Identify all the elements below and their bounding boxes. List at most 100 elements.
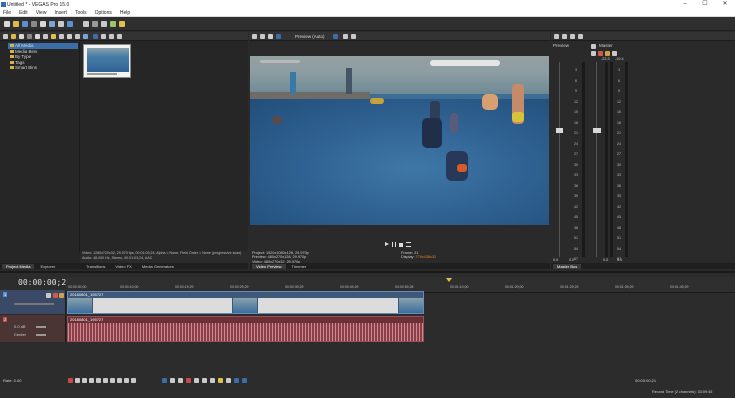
save-icon[interactable]	[22, 20, 28, 27]
mixer-insert-icon[interactable]	[570, 34, 575, 39]
wand-icon[interactable]	[119, 20, 125, 27]
properties-icon[interactable]	[31, 20, 37, 27]
media-thumbnail[interactable]	[83, 44, 131, 78]
audio-track-header[interactable]: 2 0.0 dB Center	[0, 315, 66, 342]
tab-master-bus[interactable]: Master Bus	[553, 263, 582, 269]
tab-explorer[interactable]: Explorer	[36, 264, 59, 269]
auto-ripple-icon[interactable]	[234, 378, 239, 383]
preview-device-icon[interactable]	[260, 34, 265, 39]
go-start-icon[interactable]	[110, 378, 115, 383]
delete-icon[interactable]	[186, 378, 191, 383]
get-media-icon[interactable]	[51, 34, 56, 39]
master-mute-icon[interactable]	[598, 51, 603, 56]
pause-icon[interactable]	[392, 242, 396, 247]
menu-options[interactable]: Options	[95, 10, 112, 16]
video-clip[interactable]: 20180801_195727	[67, 291, 424, 314]
lock-icon[interactable]	[218, 378, 223, 383]
menu-file[interactable]: File	[3, 10, 11, 16]
filter-icon[interactable]	[109, 34, 114, 39]
preview-fader[interactable]	[556, 128, 563, 133]
tag-icon[interactable]	[83, 34, 88, 39]
marker-icon[interactable]	[210, 378, 215, 383]
export-icon[interactable]	[67, 20, 73, 27]
prev-frame-icon[interactable]	[124, 378, 129, 383]
media-fx-icon[interactable]	[43, 34, 48, 39]
maximize-button[interactable]: ☐	[695, 0, 715, 9]
menu-tools[interactable]: Tools	[75, 10, 87, 16]
remove-media-icon[interactable]	[27, 34, 32, 39]
redo-icon[interactable]	[92, 20, 98, 27]
playhead-marker[interactable]	[446, 278, 452, 282]
folder-icon[interactable]	[11, 34, 16, 39]
sort-icon[interactable]	[101, 34, 106, 39]
capture-media-icon[interactable]	[19, 34, 24, 39]
video-track-mute-icon[interactable]	[53, 293, 58, 298]
tab-video-preview[interactable]: Video Preview	[252, 263, 286, 269]
play-icon[interactable]	[385, 242, 389, 246]
tab-transitions[interactable]: Transitions	[82, 264, 109, 269]
capture-icon[interactable]	[49, 20, 55, 27]
minimize-button[interactable]: –	[675, 0, 695, 9]
master-fader[interactable]	[593, 128, 601, 133]
video-fx-icon[interactable]	[268, 34, 273, 39]
render-icon[interactable]	[40, 20, 46, 27]
copy-snapshot-icon[interactable]	[343, 34, 348, 39]
video-track-fx-icon[interactable]	[46, 293, 51, 298]
record-icon[interactable]	[68, 378, 73, 383]
envelope-edit-icon[interactable]	[170, 378, 175, 383]
normal-edit-icon[interactable]	[162, 378, 167, 383]
media-gear-icon[interactable]	[59, 34, 64, 39]
next-frame-icon[interactable]	[131, 378, 136, 383]
selection-edit-icon[interactable]	[178, 378, 183, 383]
zoom-media-icon[interactable]	[117, 34, 122, 39]
preview-quality-dropdown[interactable]: Preview (Auto)	[295, 34, 325, 39]
fx-icon[interactable]	[67, 34, 72, 39]
video-track-solo-icon[interactable]	[59, 293, 64, 298]
import-icon[interactable]	[58, 20, 64, 27]
crossfade-icon[interactable]	[242, 378, 247, 383]
loop-icon[interactable]	[75, 378, 80, 383]
split-icon[interactable]	[202, 378, 207, 383]
view-mode-icon[interactable]	[93, 34, 98, 39]
tree-item-smart-bins[interactable]: Smart Bins	[8, 65, 78, 71]
audio-clip[interactable]: 20180801_195727	[67, 316, 424, 342]
import-media-icon[interactable]	[3, 34, 8, 39]
menu-help[interactable]: Help	[120, 10, 130, 16]
save-snapshot-icon[interactable]	[351, 34, 356, 39]
tab-project-media[interactable]: Project Media	[2, 263, 35, 269]
search-media-icon[interactable]	[75, 34, 80, 39]
cut-icon[interactable]	[101, 20, 107, 27]
media-props-icon[interactable]	[35, 34, 40, 39]
mixer-settings-icon[interactable]	[554, 34, 559, 39]
overlays-icon[interactable]	[333, 34, 338, 39]
timeline-play-icon[interactable]	[89, 378, 94, 383]
tab-video-fx[interactable]: Video FX	[111, 264, 135, 269]
timeline-pause-icon[interactable]	[96, 378, 101, 383]
snap-icon[interactable]	[226, 378, 231, 383]
master-solo-icon[interactable]	[605, 51, 610, 56]
audio-volume-slider[interactable]	[36, 326, 46, 328]
preview-settings-icon[interactable]	[252, 34, 257, 39]
play-start-icon[interactable]	[82, 378, 87, 383]
split-screen-icon[interactable]	[276, 34, 281, 39]
menu-edit[interactable]: Edit	[19, 10, 28, 16]
go-end-icon[interactable]	[117, 378, 122, 383]
timeline-stop-icon[interactable]	[103, 378, 108, 383]
audio-pan-slider[interactable]	[36, 334, 46, 336]
tab-trimmer[interactable]: Trimmer	[288, 264, 311, 269]
video-track-header[interactable]: 1	[0, 290, 66, 314]
menu-insert[interactable]: Insert	[54, 10, 67, 16]
paste-icon[interactable]	[110, 20, 116, 27]
menu-icon[interactable]	[406, 242, 411, 247]
undo-icon[interactable]	[83, 20, 89, 27]
open-icon[interactable]	[13, 20, 19, 27]
timecode-display[interactable]: 00:00:00;21	[18, 278, 71, 287]
tab-media-generators[interactable]: Media Generators	[138, 264, 178, 269]
close-button[interactable]: ✕	[715, 0, 735, 9]
menu-view[interactable]: View	[36, 10, 47, 16]
stop-icon[interactable]	[399, 242, 403, 247]
new-project-icon[interactable]	[4, 20, 10, 27]
master-mono-icon[interactable]	[612, 51, 617, 56]
mixer-route-icon[interactable]	[562, 34, 567, 39]
video-level-slider[interactable]	[14, 303, 54, 305]
